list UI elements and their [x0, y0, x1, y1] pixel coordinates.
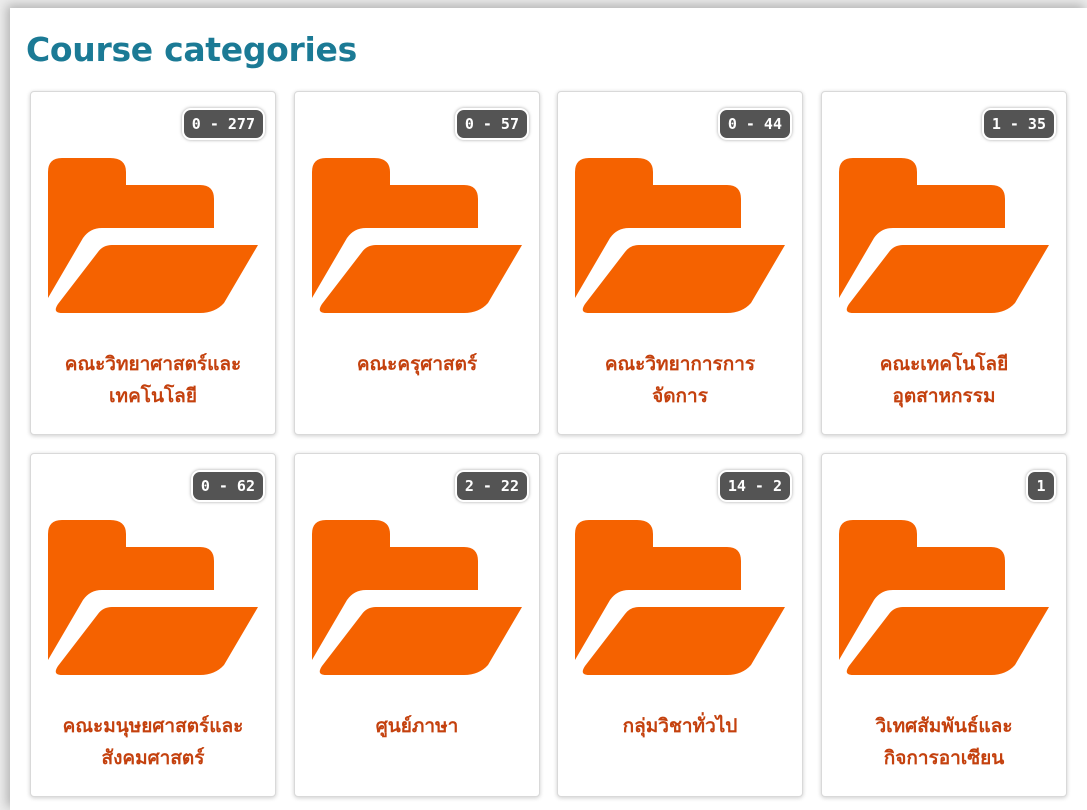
- course-count-badge: 0 - 44: [717, 108, 792, 140]
- course-count-badge: 1: [1026, 470, 1056, 502]
- folder-open-icon: [48, 158, 258, 318]
- category-name-line: วิเทศสัมพันธ์และ: [875, 715, 1013, 737]
- category-card-humanities-social-sciences[interactable]: 0 - 62 คณะมนุษยศาสตร์และ สังคมศาสตร์: [30, 453, 276, 797]
- category-name-line: ศูนย์ภาษา: [375, 715, 459, 737]
- folder-open-icon: [48, 520, 258, 680]
- folder-open-icon: [575, 158, 785, 318]
- category-name-line: สังคมศาสตร์: [101, 747, 205, 769]
- category-name-line: คณะมนุษยศาสตร์และ: [62, 715, 244, 737]
- category-name-link[interactable]: คณะเทคโนโลยี อุตสาหกรรม: [822, 348, 1066, 412]
- folder-open-icon: [839, 520, 1049, 680]
- category-name-line: เทคโนโลยี: [109, 385, 197, 407]
- folder-open-icon: [575, 520, 785, 680]
- course-count-badge: 1 - 35: [981, 108, 1056, 140]
- course-count-badge: 0 - 57: [454, 108, 529, 140]
- category-card-industrial-technology[interactable]: 1 - 35 คณะเทคโนโลยี อุตสาหกรรม: [821, 91, 1067, 435]
- course-count-badge: 2 - 22: [454, 470, 529, 502]
- category-card-science-technology[interactable]: 0 - 277 คณะวิทยาศาสตร์และ เทคโนโลยี: [30, 91, 276, 435]
- category-name-line: คณะวิทยาการการ: [604, 353, 756, 375]
- course-count-badge: 14 - 2: [717, 470, 792, 502]
- category-name-link[interactable]: วิเทศสัมพันธ์และ กิจการอาเซียน: [822, 710, 1066, 774]
- category-card-general-education[interactable]: 14 - 2 กลุ่มวิชาทั่วไป: [557, 453, 803, 797]
- category-name-line: คณะวิทยาศาสตร์และ: [64, 353, 242, 375]
- folder-open-icon: [312, 158, 522, 318]
- category-name-line: คณะเทคโนโลยี: [879, 353, 1009, 375]
- category-name-line: กลุ่มวิชาทั่วไป: [622, 715, 738, 737]
- category-name-line: จัดการ: [652, 385, 708, 407]
- category-name-link[interactable]: ศูนย์ภาษา: [295, 710, 539, 742]
- category-name-link[interactable]: คณะวิทยาการการ จัดการ: [558, 348, 802, 412]
- category-card-education[interactable]: 0 - 57 คณะครุศาสตร์: [294, 91, 540, 435]
- category-name-line: คณะครุศาสตร์: [356, 353, 478, 375]
- category-name-link[interactable]: คณะวิทยาศาสตร์และ เทคโนโลยี: [31, 348, 275, 412]
- page-title: Course categories: [26, 30, 357, 69]
- category-name-line: อุตสาหกรรม: [892, 385, 996, 407]
- category-name-link[interactable]: กลุ่มวิชาทั่วไป: [558, 710, 802, 742]
- folder-open-icon: [839, 158, 1049, 318]
- folder-open-icon: [312, 520, 522, 680]
- course-count-badge: 0 - 277: [181, 108, 265, 140]
- course-count-badge: 0 - 62: [190, 470, 265, 502]
- category-name-line: กิจการอาเซียน: [883, 747, 1005, 769]
- category-name-link[interactable]: คณะมนุษยศาสตร์และ สังคมศาสตร์: [31, 710, 275, 774]
- category-name-link[interactable]: คณะครุศาสตร์: [295, 348, 539, 380]
- category-card-management-science[interactable]: 0 - 44 คณะวิทยาการการ จัดการ: [557, 91, 803, 435]
- category-card-international-relations-asean[interactable]: 1 วิเทศสัมพันธ์และ กิจการอาเซียน: [821, 453, 1067, 797]
- category-card-language-center[interactable]: 2 - 22 ศูนย์ภาษา: [294, 453, 540, 797]
